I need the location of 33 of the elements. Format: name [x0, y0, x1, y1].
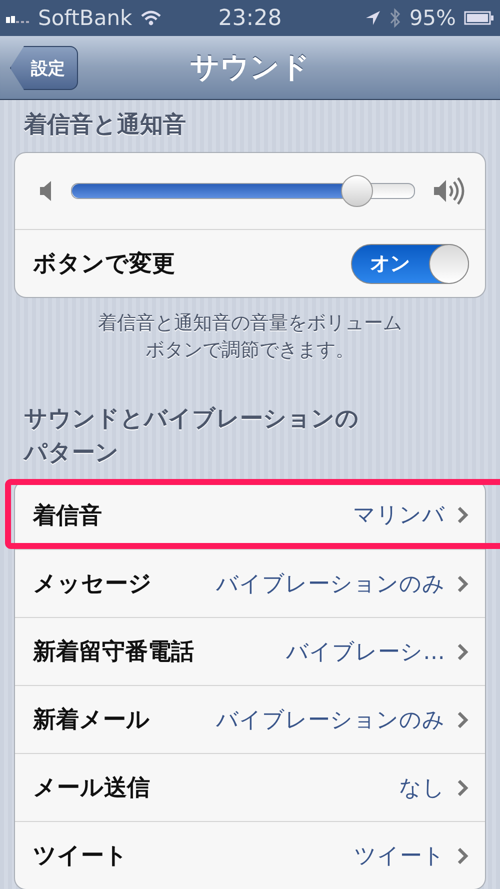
list-row[interactable]: 新着留守番電話 バイブレーシ… — [15, 617, 485, 685]
list-row[interactable]: 着信音 マリンバ — [15, 481, 485, 549]
section-header: サウンドとバイブレーションの — [24, 405, 359, 434]
volume-slider[interactable] — [71, 175, 415, 207]
battery-percent: 95% — [409, 6, 456, 30]
setting-label: ボタンで変更 — [33, 250, 175, 279]
list-row[interactable]: ツイート ツイート — [15, 821, 485, 889]
clock-time: 23:28 — [218, 6, 282, 30]
toggle-switch[interactable]: オン — [351, 244, 469, 284]
chevron-icon — [457, 846, 469, 864]
back-button[interactable]: 設定 — [10, 46, 78, 90]
location-arrow-icon — [365, 10, 382, 26]
speaker-loud-icon — [433, 176, 467, 206]
signal-icon — [6, 13, 30, 23]
section-header: パターン — [24, 439, 119, 468]
screen-title: サウンド — [190, 48, 310, 86]
chevron-icon — [457, 710, 469, 728]
chevron-icon — [457, 778, 469, 796]
bluetooth-icon — [389, 8, 402, 28]
chevron-icon — [457, 574, 469, 592]
list-row[interactable]: メール送信 なし — [15, 753, 485, 821]
list-row[interactable]: 新着メール バイブレーションのみ — [15, 685, 485, 753]
section-footer: 着信音と通知音の音量をボリューム — [98, 310, 402, 337]
wifi-icon — [140, 10, 162, 26]
list-row[interactable]: メッセージ バイブレーションのみ — [15, 549, 485, 617]
battery-icon — [464, 11, 494, 25]
chevron-icon — [457, 642, 469, 660]
slider-thumb[interactable] — [340, 175, 373, 207]
speaker-quiet-icon — [39, 180, 53, 202]
carrier-name: SoftBank — [38, 6, 132, 30]
section-header: 着信音と通知音 — [24, 110, 186, 140]
chevron-icon — [457, 506, 469, 524]
section-footer: ボタンで調節できます。 — [146, 337, 354, 364]
